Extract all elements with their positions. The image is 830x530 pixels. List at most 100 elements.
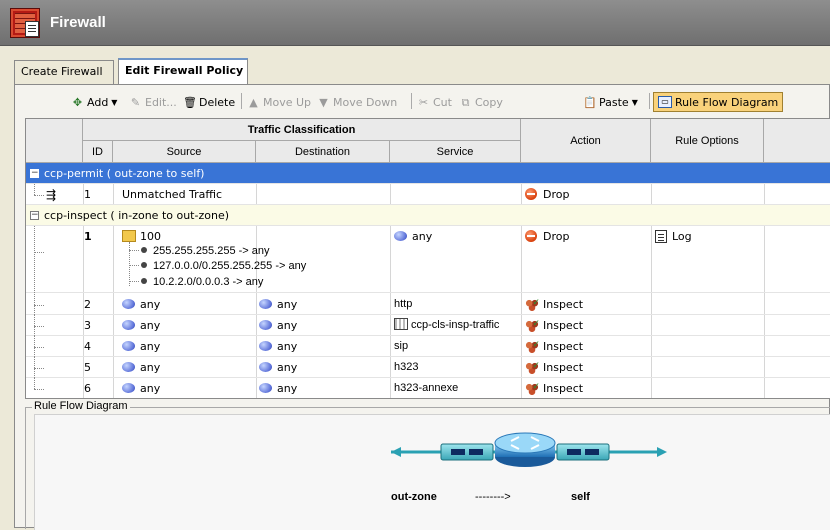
collapse-toggle-icon[interactable]: −	[30, 211, 39, 220]
flow-arrow: -------->	[475, 491, 511, 503]
table-header: Traffic Classification ID Source Destina…	[26, 119, 830, 163]
header-spacer	[26, 119, 83, 163]
source-acl-entry: 10.2.2.0/0.0.0.3 -> any	[129, 276, 263, 288]
copy-button[interactable]: ⧉ Copy	[459, 92, 503, 112]
log-icon	[655, 229, 667, 243]
inspect-icon	[525, 378, 540, 398]
tree-line	[34, 184, 35, 195]
table-row[interactable]: ⇶ 1 Unmatched Traffic Drop	[26, 184, 830, 205]
diagram-icon: ▭	[658, 96, 672, 108]
globe-icon	[394, 231, 407, 241]
table-row[interactable]: 6 any any h323-annexe Inspect	[26, 378, 830, 398]
chevron-down-icon: ▼	[111, 97, 118, 107]
tree-line	[34, 347, 44, 348]
rule-destination: any	[259, 378, 297, 398]
add-button[interactable]: ✥ Add ▼	[71, 92, 118, 112]
rule-action: Inspect	[525, 294, 583, 315]
service-group-icon	[394, 318, 408, 331]
rule-flow-diagram-panel: Rule Flow Diagram out-zone --------> sel…	[25, 400, 830, 530]
rule-destination: any	[259, 336, 297, 357]
globe-icon	[259, 383, 272, 393]
tab-create-firewall[interactable]: Create Firewall	[14, 60, 114, 84]
rule-flow-diagram-canvas: out-zone --------> self	[34, 414, 830, 530]
rule-id: 4	[84, 340, 91, 353]
tab-edit-firewall-policy[interactable]: Edit Firewall Policy	[118, 58, 248, 84]
table-row[interactable]: 5 any any h323 Inspect	[26, 357, 830, 378]
rule-action: Inspect	[525, 378, 583, 398]
delete-button[interactable]: 🗑 Delete	[183, 92, 235, 112]
group-row-ccp-permit[interactable]: − ccp-permit ( out-zone to self)	[26, 163, 830, 184]
globe-icon	[122, 320, 135, 330]
table-row[interactable]: 2 any any http Inspect	[26, 294, 830, 315]
tree-line	[34, 368, 44, 369]
header-source[interactable]: Source	[113, 141, 256, 163]
table-row[interactable]: 1 100 255.255.255.255 -> any 127.0.0.0/0…	[26, 226, 830, 293]
rule-flow-diagram-button[interactable]: ▭ Rule Flow Diagram	[653, 92, 784, 112]
paste-button[interactable]: 📋 Paste ▼	[583, 92, 638, 112]
rule-id: 2	[84, 298, 91, 311]
rule-source: Unmatched Traffic	[122, 188, 223, 201]
rule-source: any	[122, 378, 160, 398]
app-title: Firewall	[50, 14, 106, 31]
rule-destination: any	[259, 357, 297, 378]
rule-id: 5	[84, 361, 91, 374]
header-action[interactable]: Action	[521, 119, 651, 163]
header-service[interactable]: Service	[390, 141, 521, 163]
table-row[interactable]: 4 any any sip Inspect	[26, 336, 830, 357]
rule-service: any	[394, 226, 432, 247]
toolbar-separator	[241, 93, 242, 109]
group-label: ccp-permit ( out-zone to self)	[44, 167, 205, 180]
toolbar-separator	[649, 93, 650, 109]
rule-id: 3	[84, 319, 91, 332]
policy-panel: ✥ Add ▼ ✎ Edit... 🗑 Delete ▲ Move Up ▼ Move Do…	[14, 84, 830, 530]
globe-icon	[122, 299, 135, 309]
inspect-icon	[525, 336, 540, 356]
rule-id: 1	[84, 188, 91, 201]
flow-from-zone: out-zone	[391, 491, 437, 503]
title-bar: Firewall	[0, 0, 830, 46]
move-down-button[interactable]: ▼ Move Down	[317, 92, 397, 112]
rule-destination: any	[259, 315, 297, 336]
tree-line	[34, 226, 35, 293]
cut-button[interactable]: ✂ Cut	[417, 92, 452, 112]
collapse-toggle-icon[interactable]: −	[30, 169, 39, 178]
firewall-icon	[10, 8, 40, 38]
policy-table: Traffic Classification ID Source Destina…	[25, 118, 830, 399]
tree-line	[34, 378, 35, 389]
tree-line	[34, 305, 44, 306]
trash-icon: 🗑	[183, 95, 197, 109]
header-id[interactable]: ID	[83, 141, 113, 163]
rule-destination: any	[259, 294, 297, 315]
move-up-button[interactable]: ▲ Move Up	[247, 92, 311, 112]
tree-line	[34, 326, 44, 327]
folder-icon	[122, 230, 136, 242]
rule-id: 1	[84, 230, 92, 243]
tree-line	[34, 195, 44, 196]
tree-line	[34, 252, 44, 253]
toolbar: ✥ Add ▼ ✎ Edit... 🗑 Delete ▲ Move Up ▼ Move Do…	[25, 89, 830, 113]
group-row-ccp-inspect[interactable]: − ccp-inspect ( in-zone to out-zone)	[26, 205, 830, 226]
header-destination[interactable]: Destination	[256, 141, 390, 163]
rule-source: 100	[122, 226, 161, 247]
unmatched-icon: ⇶	[46, 188, 57, 202]
rule-service: h323	[394, 361, 419, 373]
source-acl-entry: 127.0.0.0/0.255.255.255 -> any	[129, 260, 306, 272]
drop-icon	[525, 230, 537, 242]
rule-flow-diagram-label: Rule Flow Diagram	[32, 400, 130, 412]
header-rule-options[interactable]: Rule Options	[651, 119, 764, 163]
edit-button[interactable]: ✎ Edit...	[129, 92, 177, 112]
flow-to-zone: self	[571, 491, 590, 503]
rule-service: sip	[394, 340, 409, 352]
globe-icon	[259, 320, 272, 330]
globe-icon	[259, 341, 272, 351]
rule-action: Inspect	[525, 315, 583, 336]
inspect-icon	[525, 357, 540, 377]
inspect-icon	[525, 294, 540, 314]
toolbar-separator	[411, 93, 412, 109]
rule-source: any	[122, 315, 160, 336]
copy-icon: ⧉	[461, 95, 470, 109]
globe-icon	[259, 362, 272, 372]
group-label: ccp-inspect ( in-zone to out-zone)	[44, 209, 229, 222]
table-row[interactable]: 3 any any ccp-cls-insp-traffic Inspect	[26, 315, 830, 336]
rule-action: Drop	[525, 184, 569, 205]
